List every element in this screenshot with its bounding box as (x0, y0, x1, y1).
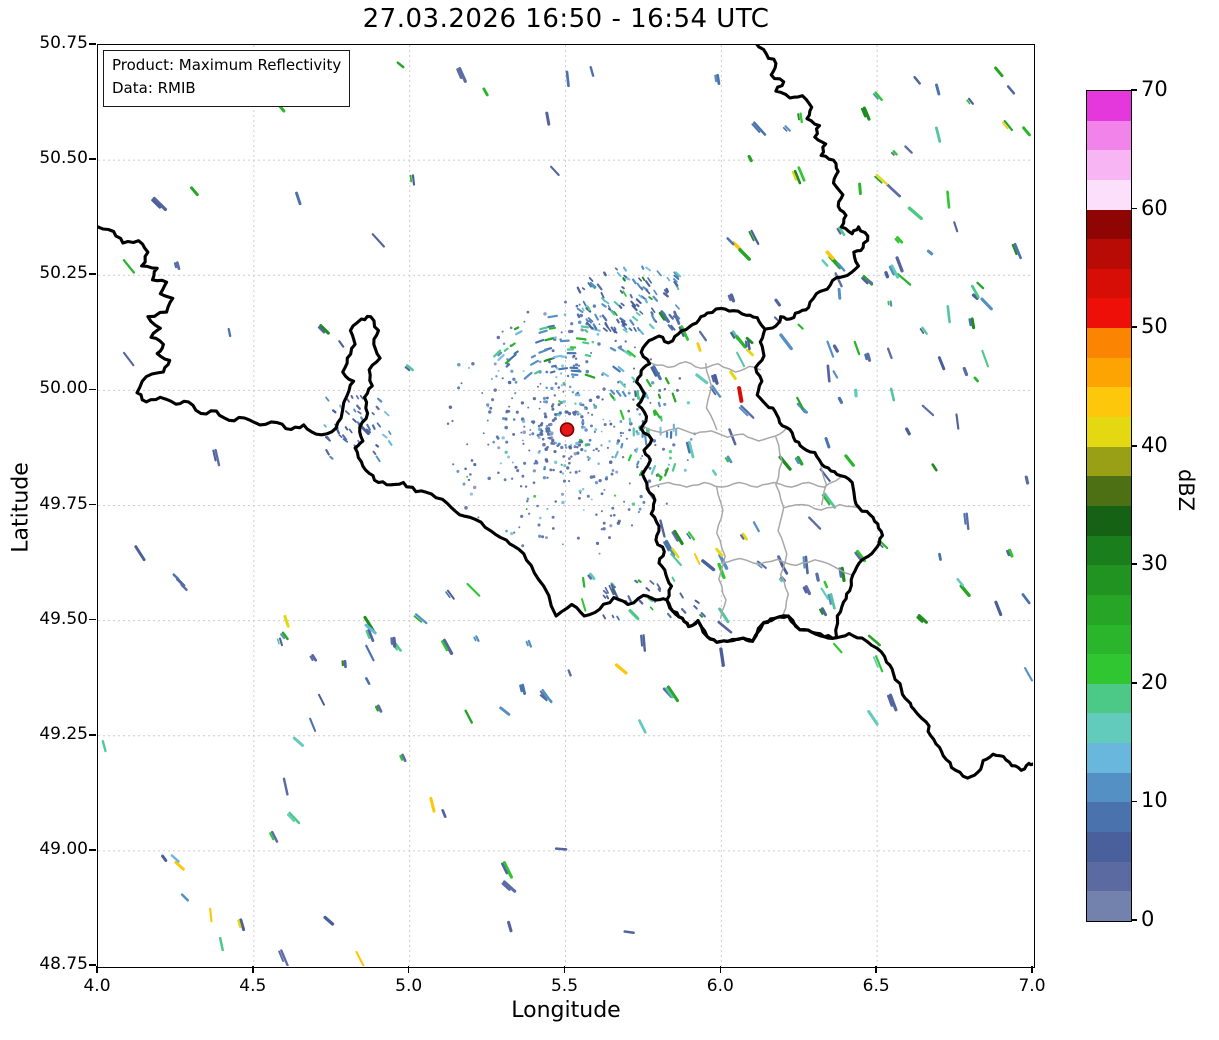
colorbar-segment (1087, 713, 1131, 744)
x-tick-mark (875, 966, 877, 973)
colorbar-segment (1087, 150, 1131, 180)
colorbar-tick-mark (1131, 326, 1137, 328)
colorbar-segment (1087, 594, 1131, 625)
radar-echoes (101, 61, 1033, 966)
x-tick-label: 7.0 (1018, 976, 1046, 996)
y-tick-label: 50.75 (39, 33, 88, 53)
x-tick-label: 5.5 (550, 976, 579, 996)
colorbar-segment (1087, 624, 1131, 655)
colorbar-tick-label: 0 (1141, 907, 1155, 931)
annotation-box: Product: Maximum Reflectivity Data: RMIB (103, 50, 351, 107)
y-tick-mark (89, 388, 96, 391)
colorbar-segment (1087, 832, 1131, 862)
border-belgium-germany (755, 45, 870, 331)
x-tick-mark (719, 966, 722, 973)
gridlines (98, 45, 1033, 966)
x-tick-mark (1031, 966, 1033, 973)
y-tick-label: 49.50 (39, 608, 88, 629)
y-tick-mark (89, 503, 96, 506)
y-tick-label: 48.75 (39, 954, 88, 974)
y-tick-mark (89, 733, 96, 736)
admin-border-7 (782, 503, 860, 511)
colorbar-segment (1087, 239, 1131, 269)
colorbar-tick-label: 50 (1141, 314, 1168, 339)
colorbar-tick-label: 70 (1141, 77, 1168, 101)
border-luxembourg (635, 306, 885, 644)
y-tick-label: 49.00 (39, 838, 88, 859)
colorbar-segment (1087, 565, 1131, 595)
colorbar-tick-mark (1131, 207, 1137, 210)
colorbar-segment (1087, 683, 1131, 714)
plot-title: 27.03.2026 16:50 - 16:54 UTC (362, 4, 770, 34)
colorbar-segment (1087, 91, 1131, 121)
colorbar-tick-mark (1131, 89, 1137, 91)
colorbar-segment (1087, 417, 1131, 447)
colorbar-segment (1087, 802, 1131, 833)
radar-site-marker (559, 422, 575, 437)
colorbar-segment (1087, 298, 1131, 329)
x-tick-label: 5.0 (395, 976, 423, 996)
colorbar-tick-label: 40 (1141, 432, 1168, 457)
colorbar-segment (1087, 743, 1131, 773)
x-tick-label: 6.0 (706, 976, 734, 996)
colorbar-label: dBZ (1174, 468, 1198, 512)
y-tick-mark (89, 273, 96, 276)
product-label: Product: Maximum Reflectivity (112, 56, 342, 74)
x-tick-mark (563, 966, 566, 973)
colorbar (1086, 90, 1132, 922)
colorbar-segment (1087, 772, 1131, 803)
colorbar-tick-label: 20 (1141, 669, 1168, 694)
y-tick-mark (89, 43, 96, 45)
x-tick-label: 6.5 (862, 976, 890, 996)
map-canvas (98, 45, 1033, 966)
colorbar-segment (1087, 446, 1131, 477)
x-axis-label: Longitude (511, 998, 621, 1023)
y-tick-label: 49.75 (39, 493, 88, 514)
y-tick-mark (89, 618, 96, 621)
colorbar-segment (1087, 209, 1131, 240)
colorbar-tick-mark (1131, 444, 1137, 447)
y-tick-label: 50.25 (39, 263, 88, 284)
colorbar-segment (1087, 891, 1131, 921)
colorbar-segment (1087, 476, 1131, 506)
y-tick-mark (89, 964, 96, 966)
colorbar-tick-mark (1131, 800, 1137, 803)
admin-border-3 (649, 476, 843, 488)
colorbar-segment (1087, 654, 1131, 684)
colorbar-segment (1087, 535, 1131, 566)
colorbar-segment (1087, 179, 1131, 210)
radar-figure: 27.03.2026 16:50 - 16:54 UTC Product: Ma… (0, 0, 1219, 1040)
colorbar-segment (1087, 357, 1131, 388)
colorbar-segment (1087, 861, 1131, 892)
y-tick-label: 50.00 (39, 378, 88, 399)
admin-borders (644, 361, 860, 620)
map-plot-area (97, 44, 1035, 968)
colorbar-segment (1087, 328, 1131, 358)
y-tick-label: 49.25 (39, 723, 88, 744)
x-tick-label: 4.0 (83, 976, 111, 996)
data-source-label: Data: RMIB (112, 79, 196, 98)
x-tick-mark (407, 966, 410, 973)
colorbar-tick-mark (1131, 682, 1137, 684)
colorbar-segment (1087, 387, 1131, 418)
colorbar-segment (1087, 268, 1131, 299)
admin-border-1 (705, 362, 718, 431)
colorbar-tick-mark (1131, 563, 1137, 566)
colorbar-tick-label: 30 (1141, 551, 1168, 576)
colorbar-tick-mark (1131, 919, 1137, 921)
colorbar-segment (1087, 505, 1131, 536)
colorbar-tick-label: 10 (1141, 788, 1168, 813)
x-tick-mark (252, 966, 254, 973)
x-tick-mark (96, 966, 98, 973)
y-tick-mark (89, 158, 96, 160)
x-tick-label: 4.5 (239, 976, 267, 996)
y-tick-mark (89, 849, 96, 851)
y-tick-label: 50.50 (39, 148, 88, 169)
colorbar-segment (1087, 120, 1131, 151)
colorbar-tick-label: 60 (1141, 195, 1168, 220)
